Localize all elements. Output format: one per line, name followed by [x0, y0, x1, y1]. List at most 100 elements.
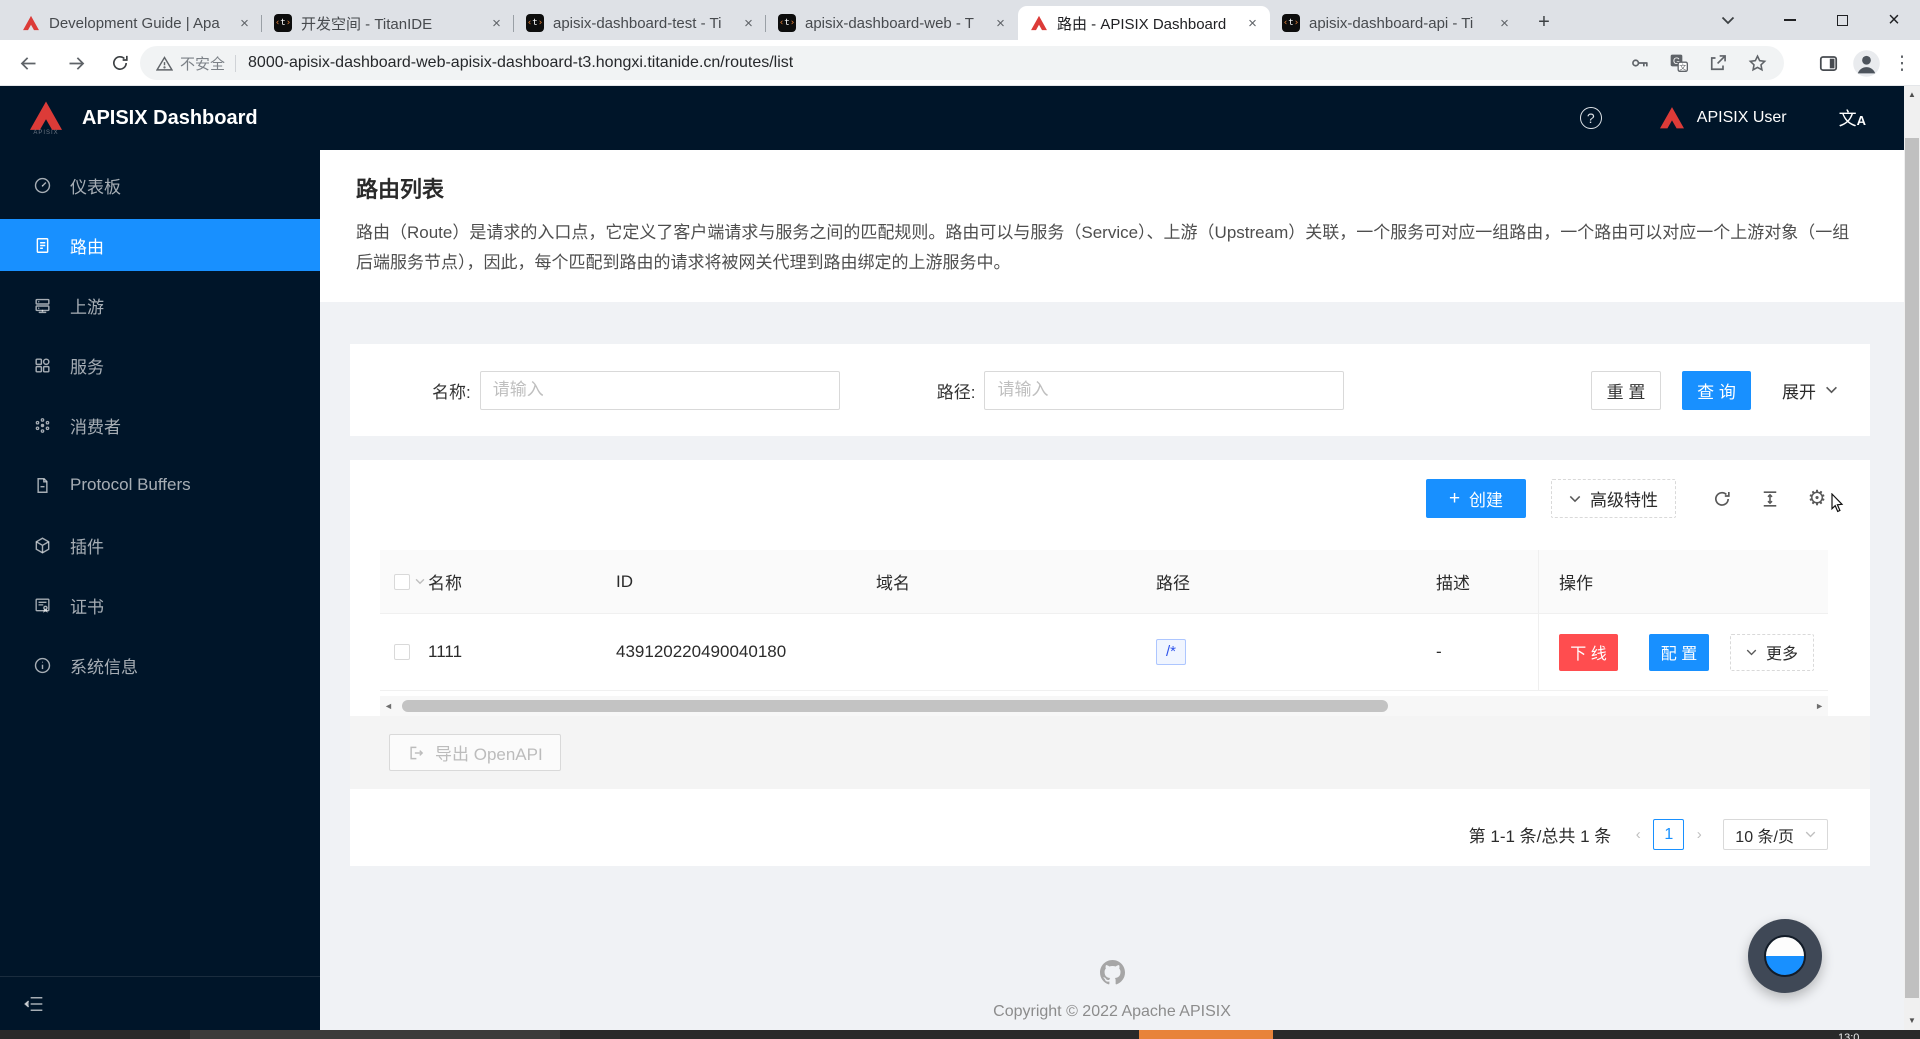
search-button[interactable]: 查 询 — [1682, 371, 1751, 410]
assistant-float-button[interactable] — [1748, 919, 1822, 993]
password-key-icon[interactable] — [1630, 53, 1650, 73]
sidebar-item-routes[interactable]: 路由 — [0, 219, 320, 271]
chevron-down-icon[interactable] — [415, 578, 425, 585]
offline-button[interactable]: 下 线 — [1559, 634, 1618, 671]
minimize-button[interactable] — [1764, 0, 1816, 40]
column-header-description[interactable]: 描述 — [1436, 550, 1538, 613]
browser-menu-dots-icon[interactable]: ⋮ — [1894, 52, 1910, 75]
sidebar-item-label: 系统信息 — [70, 653, 138, 678]
tab-title: Development Guide | Apa — [49, 15, 231, 32]
tab-search-chevron-icon[interactable] — [1708, 16, 1748, 25]
next-page-icon[interactable]: › — [1689, 826, 1709, 843]
browser-vertical-scrollbar[interactable]: ▲ ▼ — [1904, 86, 1920, 1030]
close-icon[interactable]: × — [1495, 14, 1514, 33]
reload-icon[interactable] — [103, 46, 137, 80]
settings-gear-icon[interactable]: ⚙ — [1806, 489, 1828, 509]
side-panel-icon[interactable] — [1818, 53, 1839, 74]
tab-title: 开发空间 - TitanIDE — [301, 13, 483, 34]
forward-icon[interactable] — [59, 46, 93, 80]
page-number-button[interactable]: 1 — [1653, 819, 1684, 850]
profile-avatar[interactable] — [1852, 49, 1881, 78]
path-filter-input[interactable] — [984, 371, 1344, 410]
tab-development-guide[interactable]: Development Guide | Apa × — [10, 6, 262, 40]
apisix-favicon — [22, 14, 40, 32]
share-icon[interactable] — [1708, 53, 1728, 73]
scroll-left-arrow-icon[interactable]: ◄ — [384, 701, 393, 711]
scroll-up-arrow-icon[interactable]: ▲ — [1904, 86, 1920, 102]
omnibox[interactable]: 不安全 8000-apisix-dashboard-web-apisix-das… — [140, 46, 1784, 80]
name-filter-input[interactable] — [480, 371, 840, 410]
close-icon[interactable]: × — [991, 14, 1010, 33]
tab-titanide-workspace[interactable]: ‹t› 开发空间 - TitanIDE × — [262, 6, 514, 40]
sidebar-item-services[interactable]: 服务 — [0, 339, 320, 391]
close-icon[interactable]: × — [235, 14, 254, 33]
security-label[interactable]: 不安全 — [180, 53, 225, 74]
maximize-button[interactable] — [1816, 0, 1868, 40]
scroll-right-arrow-icon[interactable]: ► — [1815, 701, 1824, 711]
tab-apisix-dashboard-web[interactable]: ‹t› apisix-dashboard-web - T × — [766, 6, 1018, 40]
brand[interactable]: APISIX APISIX Dashboard — [0, 100, 320, 136]
sidebar-item-label: 消费者 — [70, 413, 121, 438]
github-icon[interactable] — [1100, 960, 1125, 985]
new-tab-button[interactable]: + — [1530, 8, 1558, 36]
sidebar-item-label: 路由 — [70, 233, 104, 258]
table-header-row: 名称 ID 域名 路径 描述 操作 — [380, 550, 1828, 614]
sidebar-item-protocol-buffers[interactable]: Protocol Buffers — [0, 459, 320, 511]
sidebar-item-dashboard[interactable]: 仪表板 — [0, 159, 320, 211]
configure-button[interactable]: 配 置 — [1649, 634, 1709, 671]
close-window-button[interactable]: × — [1868, 0, 1920, 40]
taskbar-edge[interactable]: 13:0 — [0, 1030, 1920, 1039]
url-text[interactable]: 8000-apisix-dashboard-web-apisix-dashboa… — [248, 54, 793, 72]
translate-icon[interactable]: G文 — [1669, 53, 1689, 73]
column-header-path[interactable]: 路径 — [1156, 550, 1436, 613]
collapse-menu-icon[interactable] — [24, 995, 44, 1013]
expand-label: 展开 — [1782, 378, 1816, 403]
language-switch-icon[interactable]: 文A — [1839, 105, 1866, 131]
column-header-name[interactable]: 名称 — [428, 550, 616, 613]
user-menu[interactable]: APISIX User — [1658, 106, 1787, 130]
close-icon[interactable]: × — [1243, 14, 1262, 33]
apisix-logo: APISIX — [27, 100, 65, 136]
close-icon[interactable]: × — [739, 14, 758, 33]
more-label: 更多 — [1766, 640, 1798, 664]
reset-button[interactable]: 重 置 — [1591, 371, 1661, 410]
plus-icon: + — [1449, 489, 1460, 508]
bookmark-star-icon[interactable] — [1747, 53, 1768, 74]
sidebar-item-system-info[interactable]: 系统信息 — [0, 639, 320, 691]
sidebar-item-upstream[interactable]: 上游 — [0, 279, 320, 331]
sidebar-item-consumers[interactable]: 消费者 — [0, 399, 320, 451]
tab-apisix-dashboard-api[interactable]: ‹t› apisix-dashboard-api - Ti × — [1270, 6, 1522, 40]
path-tag[interactable]: /* — [1156, 639, 1186, 665]
tab-apisix-dashboard-test[interactable]: ‹t› apisix-dashboard-test - Ti × — [514, 6, 766, 40]
export-openapi-button[interactable]: 导出 OpenAPI — [389, 734, 561, 771]
sidebar-item-certificates[interactable]: 证书 — [0, 579, 320, 631]
route-name-cell[interactable]: 1111 — [428, 614, 616, 690]
tab-title: apisix-dashboard-api - Ti — [1309, 15, 1491, 32]
titanide-favicon: ‹t› — [526, 14, 544, 32]
page-size-select[interactable]: 10 条/页 — [1723, 819, 1828, 850]
advanced-features-button[interactable]: 高级特性 — [1551, 479, 1676, 518]
expand-filters-link[interactable]: 展开 — [1782, 378, 1838, 403]
tab-apisix-dashboard-routes-active[interactable]: 路由 - APISIX Dashboard × — [1018, 6, 1270, 40]
column-header-host[interactable]: 域名 — [876, 550, 1156, 613]
row-checkbox[interactable] — [394, 644, 410, 660]
titanide-favicon: ‹t› — [778, 14, 796, 32]
density-icon[interactable] — [1760, 489, 1780, 509]
browser-url-bar: 不安全 8000-apisix-dashboard-web-apisix-das… — [0, 40, 1920, 86]
back-icon[interactable] — [11, 46, 45, 80]
create-route-button[interactable]: + 创建 — [1426, 479, 1526, 518]
scroll-down-arrow-icon[interactable]: ▼ — [1904, 1012, 1920, 1028]
refresh-icon[interactable] — [1712, 489, 1732, 509]
column-header-id[interactable]: ID — [616, 550, 876, 613]
previous-page-icon[interactable]: ‹ — [1628, 826, 1648, 843]
sidebar-item-plugins[interactable]: 插件 — [0, 519, 320, 571]
help-icon[interactable]: ? — [1580, 107, 1602, 129]
select-all-checkbox[interactable] — [394, 574, 410, 590]
more-button[interactable]: 更多 — [1730, 634, 1814, 671]
taskbar-clock: 13:0 — [1838, 1031, 1859, 1039]
table-horizontal-scrollbar[interactable]: ◄ ► — [380, 696, 1828, 716]
horizontal-scrollbar-thumb[interactable] — [402, 700, 1388, 712]
vertical-scrollbar-thumb[interactable] — [1905, 138, 1919, 998]
chevron-down-icon — [1569, 495, 1581, 503]
close-icon[interactable]: × — [487, 14, 506, 33]
